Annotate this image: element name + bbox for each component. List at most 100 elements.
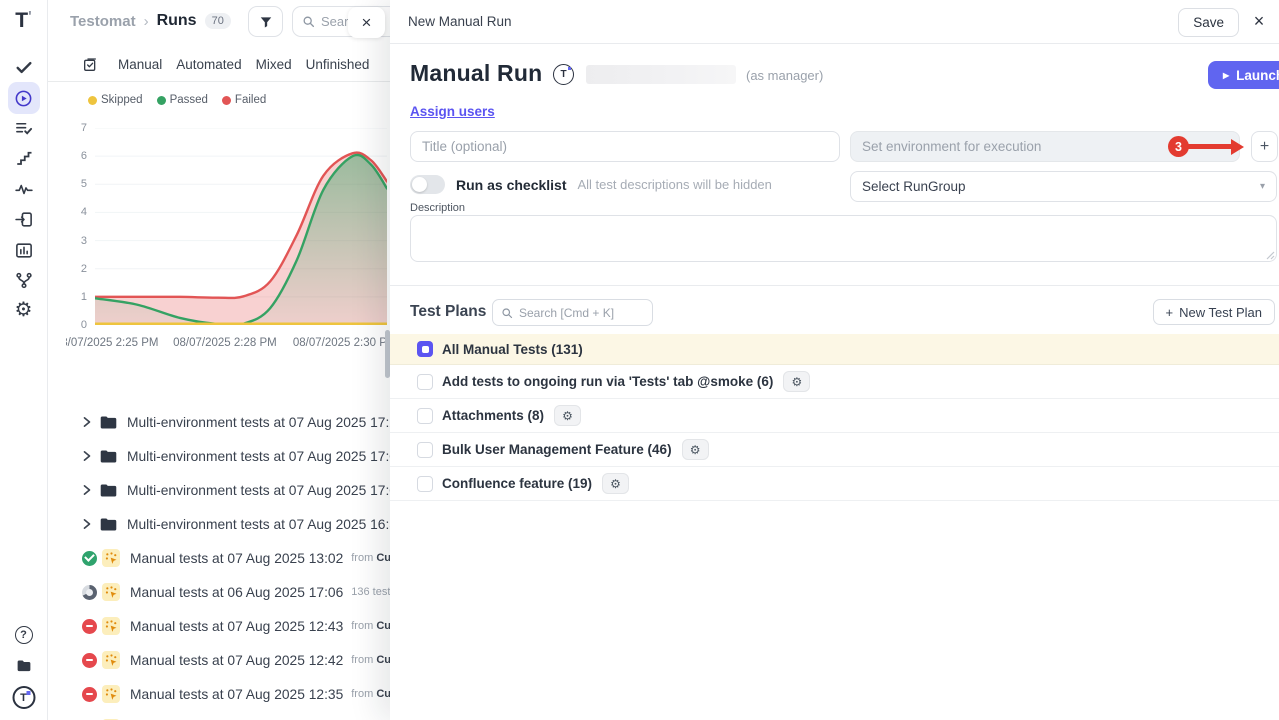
- testomat-badge-logo[interactable]: T: [12, 686, 35, 709]
- checklist-row: Run as checklist All test descriptions w…: [410, 175, 772, 194]
- chevron-right-icon[interactable]: [82, 484, 92, 496]
- run-as-checklist-toggle[interactable]: [410, 175, 445, 194]
- run-title: Manual tests at 07 Aug 2025 12:35: [130, 687, 343, 702]
- tab-unfinished[interactable]: Unfinished: [306, 57, 370, 72]
- question-glyph: ?: [15, 626, 33, 644]
- breadcrumb-current[interactable]: Runs: [157, 12, 197, 30]
- run-meta: 136 tests: [351, 586, 390, 598]
- breadcrumb-parent[interactable]: Testomat: [70, 13, 136, 30]
- bar-chart-icon[interactable]: [14, 241, 33, 260]
- steps-icon[interactable]: [15, 149, 33, 167]
- new-test-plan-button[interactable]: + New Test Plan: [1153, 299, 1275, 325]
- add-environment-button[interactable]: +: [1251, 131, 1278, 162]
- step-badge: 3: [1168, 136, 1189, 157]
- run-row[interactable]: Manual tests at 07 Aug 2025 12:35 from C…: [48, 677, 390, 711]
- help-icon[interactable]: ?: [15, 626, 33, 644]
- test-plan-row[interactable]: Confluence feature (19) ⚙: [390, 467, 1279, 501]
- legend-item[interactable]: Passed: [157, 94, 208, 106]
- status-failed-icon: [82, 619, 97, 634]
- run-title-input[interactable]: [410, 131, 840, 162]
- test-plans-search-input[interactable]: [519, 306, 634, 320]
- select-all-icon[interactable]: [82, 57, 98, 73]
- plan-settings-button[interactable]: ⚙: [682, 439, 709, 460]
- run-row-folder[interactable]: Multi-environment tests at 07 Aug 2025 1…: [48, 507, 390, 541]
- chart-plot-area[interactable]: [95, 128, 387, 325]
- logo-glyph: T': [15, 9, 31, 33]
- test-plan-row[interactable]: Attachments (8) ⚙: [390, 399, 1279, 433]
- checkbox-unchecked[interactable]: [417, 442, 433, 458]
- run-meta: from Custom: [351, 688, 390, 700]
- list-check-icon[interactable]: [14, 119, 33, 138]
- area-chart-svg: [95, 128, 387, 325]
- plan-settings-button[interactable]: ⚙: [602, 473, 629, 494]
- legend-item[interactable]: Skipped: [88, 94, 143, 106]
- gear-icon[interactable]: ⚙: [15, 300, 33, 320]
- x-tick-label: 08/07/2025 2:28 PM: [173, 337, 277, 349]
- chevron-right-icon[interactable]: [82, 450, 92, 462]
- status-passed-icon: [82, 551, 97, 566]
- assign-users-link[interactable]: Assign users: [410, 104, 495, 119]
- description-textarea[interactable]: [410, 215, 1277, 262]
- testomat-logo[interactable]: T': [15, 9, 31, 33]
- save-button[interactable]: Save: [1178, 8, 1239, 37]
- plan-settings-button[interactable]: ⚙: [783, 371, 810, 392]
- run-row[interactable]: Manual tests at 06 Aug 2025 17:06 136 te…: [48, 575, 390, 609]
- test-plan-row[interactable]: All Manual Tests (131): [390, 334, 1279, 365]
- legend-item[interactable]: Failed: [222, 94, 266, 106]
- new-test-plan-label: New Test Plan: [1179, 305, 1262, 320]
- run-meta: from Custom: [351, 620, 390, 632]
- test-plan-label: Confluence feature (19): [442, 476, 592, 491]
- runs-page: Testomat › Runs 70 Manual Automated Mixe…: [48, 0, 390, 720]
- chart-legend: Skipped Passed Failed: [88, 94, 266, 106]
- tab-automated[interactable]: Automated: [176, 57, 241, 72]
- y-tick-label: 0: [81, 319, 87, 331]
- launch-button[interactable]: ▶ Launch: [1208, 61, 1279, 89]
- play-circle-icon[interactable]: [8, 82, 40, 114]
- folders-icon[interactable]: [15, 657, 32, 674]
- legend-dot: [88, 96, 97, 105]
- chart-x-axis: 08/07/2025 2:25 PM08/07/2025 2:28 PM08/0…: [95, 337, 387, 353]
- filter-button[interactable]: [248, 6, 283, 37]
- owner-name-redacted: [586, 65, 736, 84]
- test-plan-row[interactable]: Add tests to ongoing run via 'Tests' tab…: [390, 365, 1279, 399]
- checkbox-unchecked[interactable]: [417, 374, 433, 390]
- meta-prefix: from: [351, 654, 373, 666]
- checkbox-unchecked[interactable]: [417, 408, 433, 424]
- chart-y-axis: 01234567: [66, 128, 90, 325]
- check-icon[interactable]: [14, 58, 33, 77]
- status-in-progress-icon: [82, 585, 97, 600]
- runs-chart: Skipped Passed Failed 01234567 08/07/2025 …: [66, 92, 388, 360]
- pulse-icon[interactable]: [14, 180, 33, 199]
- chevron-right-icon[interactable]: [82, 416, 92, 428]
- description-label: Description: [410, 202, 465, 214]
- checkbox-unchecked[interactable]: [417, 476, 433, 492]
- meta-prefix: from: [351, 620, 373, 632]
- tab-manual[interactable]: Manual: [118, 57, 162, 72]
- panel-detach-close-button[interactable]: ×: [348, 7, 385, 38]
- rungroup-select[interactable]: Select RunGroup ▾: [850, 171, 1277, 202]
- chevron-right-icon[interactable]: [82, 518, 92, 530]
- test-plan-row[interactable]: Bulk User Management Feature (46) ⚙: [390, 433, 1279, 467]
- run-row-partial[interactable]: [48, 711, 390, 720]
- x-tick-label: 08/07/2025 2:30 PM: [293, 337, 388, 349]
- checkbox-checked[interactable]: [417, 341, 433, 357]
- tab-mixed[interactable]: Mixed: [256, 57, 292, 72]
- run-row[interactable]: Manual tests at 07 Aug 2025 12:42 from C…: [48, 643, 390, 677]
- close-icon[interactable]: ×: [1248, 10, 1270, 32]
- run-row-folder[interactable]: Multi-environment tests at 07 Aug 2025 1…: [48, 473, 390, 507]
- badge-glyph: T: [12, 686, 35, 709]
- run-row[interactable]: Manual tests at 07 Aug 2025 13:02 from C…: [48, 541, 390, 575]
- manual-run-icon: [102, 685, 120, 703]
- new-manual-run-panel: New Manual Run Save × Manual Run T (as m…: [390, 0, 1279, 720]
- import-icon[interactable]: [14, 210, 33, 229]
- plan-settings-button[interactable]: ⚙: [554, 405, 581, 426]
- run-row-folder[interactable]: Multi-environment tests at 07 Aug 2025 1…: [48, 405, 390, 439]
- search-icon: [302, 15, 315, 28]
- run-row-folder[interactable]: Multi-environment tests at 07 Aug 2025 1…: [48, 439, 390, 473]
- branch-icon[interactable]: [14, 271, 33, 290]
- run-row[interactable]: Manual tests at 07 Aug 2025 12:43 from C…: [48, 609, 390, 643]
- test-plan-label: All Manual Tests (131): [442, 342, 583, 357]
- y-tick-label: 7: [81, 122, 87, 134]
- gear-glyph: ⚙: [15, 300, 33, 320]
- legend-dot: [157, 96, 166, 105]
